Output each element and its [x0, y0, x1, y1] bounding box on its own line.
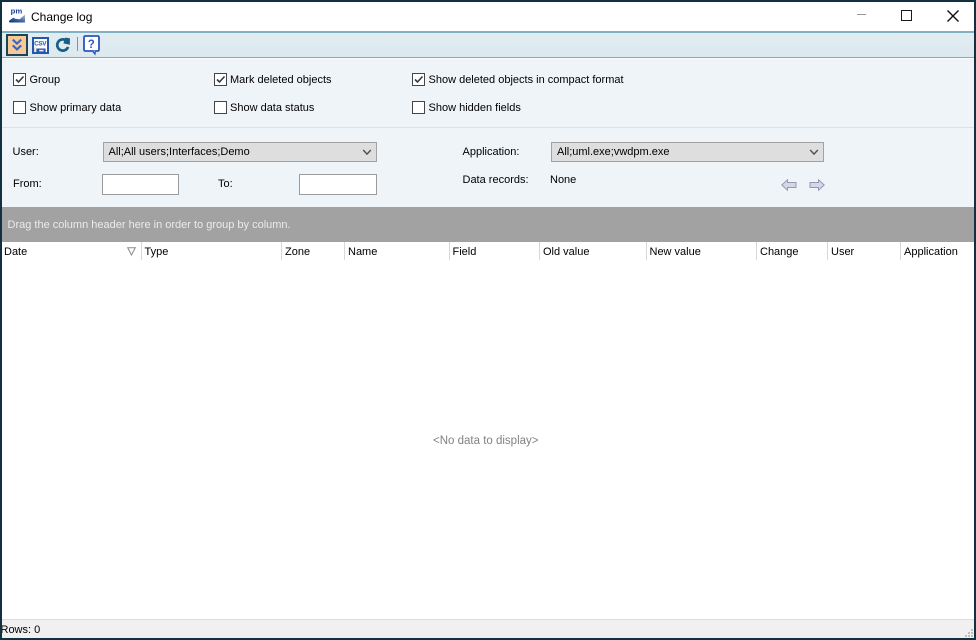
svg-text:pm: pm	[11, 9, 23, 16]
svg-text:?: ?	[88, 39, 95, 51]
svg-text:CSV: CSV	[34, 40, 47, 47]
